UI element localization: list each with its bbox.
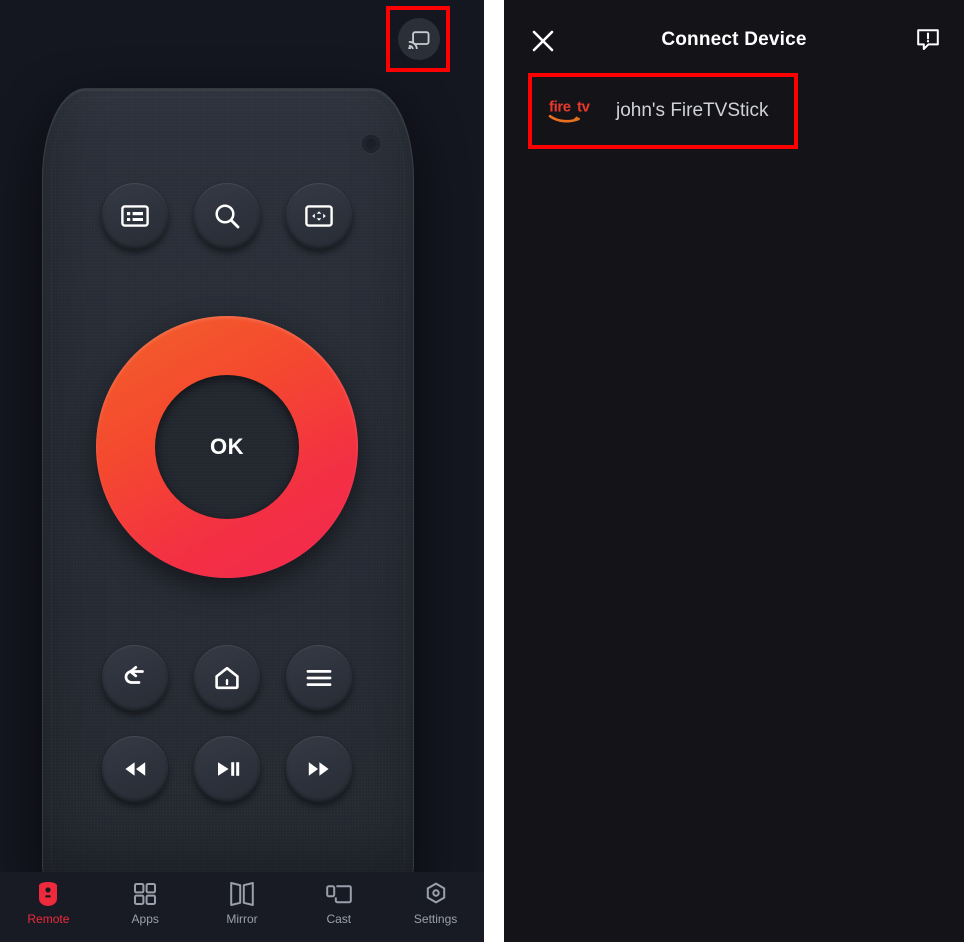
cast-button[interactable] xyxy=(398,18,440,60)
connect-device-header: Connect Device xyxy=(504,0,964,80)
tab-cast-label: Cast xyxy=(326,912,352,926)
svg-text:fire: fire xyxy=(549,99,571,116)
remote-icon xyxy=(38,881,58,907)
feedback-icon xyxy=(917,29,939,50)
navigation-pad-button[interactable] xyxy=(286,183,352,249)
tab-cast[interactable]: Cast xyxy=(290,881,387,925)
tab-remote[interactable]: Remote xyxy=(0,881,97,925)
page-title: Connect Device xyxy=(661,29,807,50)
device-list: fire tv john's FireTVStick xyxy=(504,73,964,149)
menu-button[interactable] xyxy=(286,645,352,711)
close-icon xyxy=(532,30,554,52)
cast-icon xyxy=(408,31,430,49)
fire-tv-logo: fire tv xyxy=(548,96,600,126)
keyboard-icon xyxy=(121,205,149,227)
search-button[interactable] xyxy=(194,183,260,249)
rewind-icon xyxy=(125,762,146,776)
tab-mirror-label: Mirror xyxy=(226,912,258,926)
apps-grid-icon xyxy=(133,881,157,907)
remote-stage: OK xyxy=(0,0,484,872)
remote-screen-panel: OK Remote Apps Mirror Cast Settings xyxy=(0,0,484,942)
tab-settings-label: Settings xyxy=(413,912,458,926)
app-root: OK Remote Apps Mirror Cast Settings Conn… xyxy=(0,0,964,942)
keyboard-button[interactable] xyxy=(102,183,168,249)
bottom-tab-bar: Remote Apps Mirror Cast Settings xyxy=(0,872,484,942)
settings-hex-icon xyxy=(424,881,448,907)
ok-dpad-ring[interactable]: OK xyxy=(96,316,358,578)
connect-device-panel: Connect Device fire tv john's FireTVStic… xyxy=(504,0,964,942)
play-pause-button[interactable] xyxy=(194,736,260,802)
ok-button[interactable]: OK xyxy=(155,375,299,519)
home-button[interactable] xyxy=(194,645,260,711)
feedback-button[interactable] xyxy=(912,24,944,56)
tab-apps[interactable]: Apps xyxy=(97,881,194,925)
play-pause-icon xyxy=(218,762,240,776)
svg-text:tv: tv xyxy=(577,99,591,116)
device-name: john's FireTVStick xyxy=(616,100,769,121)
tab-apps-label: Apps xyxy=(131,912,159,926)
list-item[interactable]: fire tv john's FireTVStick xyxy=(528,80,940,142)
back-arrow-icon xyxy=(124,665,144,684)
search-icon xyxy=(215,204,240,229)
menu-icon xyxy=(306,670,332,687)
ok-label: OK xyxy=(210,434,244,459)
back-button[interactable] xyxy=(102,645,168,711)
led-dot-icon xyxy=(362,135,380,153)
home-icon xyxy=(215,666,239,690)
tab-settings[interactable]: Settings xyxy=(387,881,484,925)
navigation-pad-icon xyxy=(305,205,333,227)
tab-remote-label: Remote xyxy=(27,912,70,926)
mirror-icon xyxy=(228,881,256,907)
close-button[interactable] xyxy=(526,24,560,58)
rewind-button[interactable] xyxy=(102,736,168,802)
cast-screen-icon xyxy=(325,881,352,907)
fast-forward-button[interactable] xyxy=(286,736,352,802)
tab-mirror[interactable]: Mirror xyxy=(194,881,291,925)
fast-forward-icon xyxy=(308,762,329,776)
